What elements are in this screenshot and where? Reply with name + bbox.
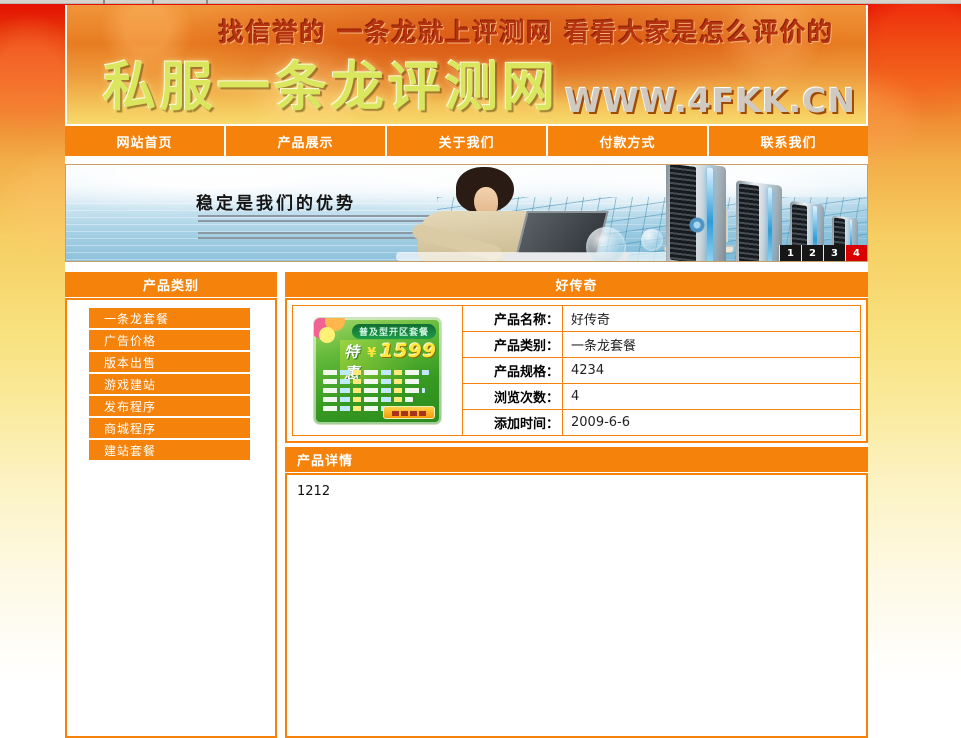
nav-item-home[interactable]: 网站首页 bbox=[65, 126, 226, 156]
promo-currency: ¥ bbox=[367, 346, 376, 361]
product-info-box: 普及型开区套餐 特惠 ¥ 1599 bbox=[285, 298, 868, 443]
promo-badge: 普及型开区套餐 bbox=[352, 324, 436, 339]
pager-button-3[interactable]: 3 bbox=[823, 245, 845, 261]
header-tagline: 找信誉的 一条龙就上评测网 看看大家是怎么评价的 bbox=[195, 13, 858, 49]
field-label: 添加时间： bbox=[463, 410, 563, 436]
product-image-cell: 普及型开区套餐 特惠 ¥ 1599 bbox=[293, 306, 463, 436]
pager-button-2[interactable]: 2 bbox=[801, 245, 823, 261]
banner-headline: 稳定是我们的优势 bbox=[196, 189, 356, 214]
nav-item-products[interactable]: 产品展示 bbox=[226, 126, 387, 156]
sidebar-item-release-program[interactable]: 发布程序 bbox=[89, 396, 250, 418]
slideshow-pager: 1 2 3 4 bbox=[779, 245, 867, 261]
strip-tick bbox=[103, 0, 105, 4]
promo-button-art bbox=[383, 406, 435, 419]
banner-sphere-art bbox=[586, 227, 626, 262]
field-value: 4234 bbox=[563, 358, 861, 384]
product-details-content: 1212 bbox=[285, 473, 868, 738]
page: 找信誉的 一条龙就上评测网 看看大家是怎么评价的 私服一条龙评测网 WWW.4F… bbox=[0, 0, 961, 738]
sidebar-item-site-package[interactable]: 建站套餐 bbox=[89, 440, 250, 462]
site-title: 私服一条龙评测网 bbox=[103, 45, 559, 121]
product-details-title: 产品详情 bbox=[285, 447, 868, 472]
main-nav: 网站首页 产品展示 关于我们 付款方式 联系我们 bbox=[65, 126, 868, 156]
strip-tick bbox=[152, 0, 154, 4]
banner-desk-art bbox=[396, 252, 696, 261]
product-promo-image[interactable]: 普及型开区套餐 特惠 ¥ 1599 bbox=[314, 318, 441, 424]
nav-item-about[interactable]: 关于我们 bbox=[387, 126, 548, 156]
field-label: 浏览次数： bbox=[463, 384, 563, 410]
site-url: WWW.4FKK.CN bbox=[565, 81, 856, 120]
field-label: 产品类别： bbox=[463, 332, 563, 358]
banner-sphere-art bbox=[641, 229, 663, 251]
field-label: 产品名称： bbox=[463, 306, 563, 332]
strip-tick bbox=[206, 0, 208, 4]
field-label: 产品规格： bbox=[463, 358, 563, 384]
sidebar-item-game-site[interactable]: 游戏建站 bbox=[89, 374, 250, 396]
slideshow-banner: 稳定是我们的优势 1 2 3 4 bbox=[65, 164, 868, 262]
sidebar-item-dragon-package[interactable]: 一条龙套餐 bbox=[89, 308, 250, 330]
sidebar: 产品类别 一条龙套餐 广告价格 版本出售 游戏建站 发布程序 商城程序 建站套餐 bbox=[65, 272, 277, 738]
sidebar-item-ad-price[interactable]: 广告价格 bbox=[89, 330, 250, 352]
nav-item-contact[interactable]: 联系我们 bbox=[709, 126, 868, 156]
field-value: 4 bbox=[563, 384, 861, 410]
site-header-banner: 找信誉的 一条龙就上评测网 看看大家是怎么评价的 私服一条龙评测网 WWW.4F… bbox=[65, 5, 868, 124]
product-info-table: 普及型开区套餐 特惠 ¥ 1599 bbox=[292, 305, 861, 436]
browser-edge-strip bbox=[0, 0, 961, 4]
sidebar-menu-box: 一条龙套餐 广告价格 版本出售 游戏建站 发布程序 商城程序 建站套餐 bbox=[65, 298, 277, 738]
sidebar-title: 产品类别 bbox=[65, 272, 277, 297]
field-value: 好传奇 bbox=[563, 306, 861, 332]
main-panel: 好传奇 普及型开区套餐 特惠 ¥ 1 bbox=[285, 272, 868, 738]
promo-price: 1599 bbox=[380, 340, 437, 362]
field-value: 一条龙套餐 bbox=[563, 332, 861, 358]
product-title: 好传奇 bbox=[285, 272, 868, 297]
sidebar-item-version-sale[interactable]: 版本出售 bbox=[89, 352, 250, 374]
site-column: 找信誉的 一条龙就上评测网 看看大家是怎么评价的 私服一条龙评测网 WWW.4F… bbox=[65, 5, 868, 738]
field-value: 2009-6-6 bbox=[563, 410, 861, 436]
pager-button-1[interactable]: 1 bbox=[779, 245, 801, 261]
pager-button-4-active[interactable]: 4 bbox=[845, 245, 867, 261]
sidebar-item-mall-program[interactable]: 商城程序 bbox=[89, 418, 250, 440]
content-row: 产品类别 一条龙套餐 广告价格 版本出售 游戏建站 发布程序 商城程序 建站套餐… bbox=[65, 272, 868, 738]
nav-item-payment[interactable]: 付款方式 bbox=[548, 126, 709, 156]
table-row: 普及型开区套餐 特惠 ¥ 1599 bbox=[293, 306, 861, 332]
